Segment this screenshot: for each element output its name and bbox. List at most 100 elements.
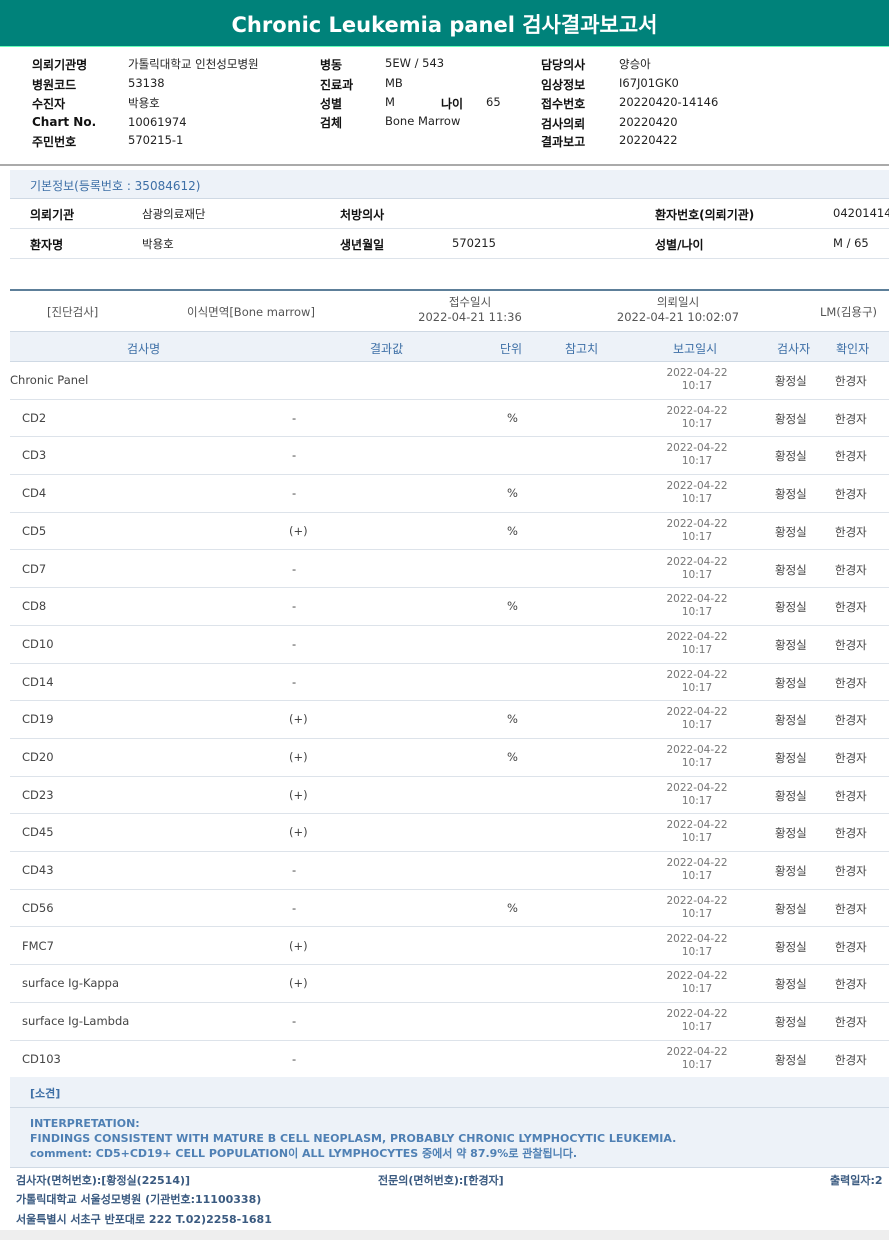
institution-value: 삼광의료재단 (142, 207, 206, 221)
test-result: (+) (289, 825, 308, 840)
footer-print-date: 출력일자:2 (830, 1174, 883, 1187)
h2-1-value: MB (385, 76, 403, 90)
test-name: CD8 (22, 599, 47, 614)
tester: 황정실 (775, 487, 807, 502)
tester: 황정실 (775, 675, 807, 690)
report-datetime: 2022-04-22 10:17 (657, 819, 737, 845)
test-name: CD19 (22, 712, 54, 727)
test-unit: % (507, 712, 518, 727)
test-name: surface Ig-Kappa (22, 976, 120, 991)
report-date: 2022-04-22 (666, 781, 728, 794)
report-date: 2022-04-22 (666, 668, 728, 681)
test-result: (+) (289, 750, 308, 764)
confirmer: 한경자 (835, 939, 867, 954)
h2-0-value: 5EW / 543 (385, 56, 445, 70)
age-value: 65 (486, 95, 501, 109)
h2-1-label: 진료과 (320, 78, 354, 92)
findings-label: [소견] (30, 1087, 61, 1100)
test-name: Chronic Panel (10, 373, 89, 387)
table-header: 검사명 결과값 단위 참고치 보고일시 검사자 확인자 (10, 332, 889, 362)
diagnosis-type: [진단검사] (47, 305, 99, 319)
h1-0-value: 가톨릭대학교 인천성모병원 (128, 57, 259, 71)
report-date: 2022-04-22 (666, 1045, 728, 1058)
table-row: CD5 (+) % 2022-04-22 10:17 황정실 한경자 (10, 513, 889, 551)
findings-body: INTERPRETATION: FINDINGS CONSISTENT WITH… (10, 1108, 889, 1168)
report-time: 10:17 (681, 1020, 713, 1033)
test-result: - (292, 1013, 297, 1028)
test-unit: % (507, 599, 518, 614)
report-date: 2022-04-22 (666, 442, 728, 455)
table-row: CD14 - 2022-04-22 10:17 황정실 한경자 (10, 664, 889, 702)
report-date: 2022-04-22 (666, 706, 728, 719)
test-result: - (292, 863, 297, 878)
col-confirmer: 확인자 (836, 342, 870, 356)
footer-specialist: 전문의(면허번호):[한경자] (378, 1174, 504, 1187)
basic-info-section-header: 기본정보(등록번호 : 35084612) (10, 170, 889, 199)
h2-3-label: 검체 (320, 116, 343, 130)
tester: 황정실 (775, 374, 807, 388)
received-value: 2022-04-21 11:36 (418, 310, 522, 324)
h3-2-value: 20220420-14146 (619, 95, 719, 109)
report-time: 10:17 (681, 455, 713, 468)
report-time: 10:17 (681, 1058, 713, 1071)
findings-line: FINDINGS CONSISTENT WITH MATURE B CELL N… (30, 1132, 677, 1145)
table-row: CD103 - 2022-04-22 10:17 황정실 한경자 (10, 1041, 889, 1079)
h3-0-value: 양승아 (619, 57, 651, 71)
table-row: CD23 (+) 2022-04-22 10:17 황정실 한경자 (10, 777, 889, 815)
h3-3-label: 검사의뢰 (541, 117, 586, 131)
report-title: Chronic Leukemia panel 검사결과보고서 (0, 0, 889, 47)
report-date: 2022-04-22 (666, 630, 728, 643)
test-unit: % (507, 486, 518, 501)
test-result: (+) (289, 787, 308, 802)
report-datetime: 2022-04-22 10:17 (657, 556, 737, 582)
report-datetime: 2022-04-22 10:17 (657, 405, 737, 431)
report-datetime: 2022-04-22 10:17 (657, 744, 737, 770)
test-result: - (292, 410, 297, 425)
table-row: CD19 (+) % 2022-04-22 10:17 황정실 한경자 (10, 701, 889, 739)
col-ref: 참고치 (565, 342, 599, 356)
h1-1-value: 53138 (128, 76, 165, 90)
table-row: surface Ig-Lambda - 2022-04-22 10:17 황정실 … (10, 1003, 889, 1041)
table-row: Chronic Panel 2022-04-22 10:17 황정실 한경자 (10, 362, 889, 400)
patient-no-label: 환자번호(의뢰기관) (655, 208, 755, 222)
tester: 황정실 (775, 751, 807, 765)
h2-2-label: 성별 (320, 97, 343, 111)
confirmer: 한경자 (835, 1014, 867, 1029)
sex-age-value: M / 65 (833, 236, 869, 250)
h1-4-value: 570215-1 (128, 133, 184, 147)
received-label: 접수일시 (448, 295, 492, 309)
report-time: 10:17 (681, 907, 713, 920)
report-time: 10:17 (681, 493, 713, 506)
report-datetime: 2022-04-22 10:17 (657, 367, 737, 393)
birth-value: 570215 (452, 236, 496, 250)
report-date: 2022-04-22 (666, 932, 728, 945)
confirmer: 한경자 (835, 977, 867, 992)
report-time: 10:17 (681, 606, 713, 619)
test-result: - (292, 486, 297, 501)
confirmer: 한경자 (835, 1052, 867, 1067)
h3-1-label: 임상정보 (541, 78, 586, 92)
report-time: 10:17 (681, 681, 713, 694)
test-name: CD56 (22, 900, 54, 915)
test-name: CD14 (22, 674, 54, 689)
confirmer: 한경자 (835, 826, 867, 841)
confirmer: 한경자 (835, 562, 867, 577)
test-result: - (292, 636, 297, 651)
received-datetime: 접수일시 2022-04-21 11:36 (400, 295, 540, 325)
test-unit: % (507, 410, 518, 425)
h3-0-label: 담당의사 (541, 58, 586, 72)
confirmer: 한경자 (835, 600, 867, 615)
report-datetime: 2022-04-22 10:17 (657, 1008, 737, 1034)
test-result: - (292, 599, 297, 614)
footer-address: 서울특별시 서초구 반포대로 222 T.02)2258-1681 (16, 1213, 272, 1226)
confirmer: 한경자 (835, 788, 867, 803)
tester: 황정실 (775, 1014, 807, 1029)
tester: 황정실 (775, 713, 807, 728)
confirmer: 한경자 (835, 487, 867, 502)
report-datetime: 2022-04-22 10:17 (657, 933, 737, 959)
report-date: 2022-04-22 (666, 480, 728, 493)
patient-name-label: 환자명 (30, 238, 64, 252)
report-date: 2022-04-22 (666, 970, 728, 983)
report-time: 10:17 (681, 794, 713, 807)
page-bottom (0, 1230, 889, 1240)
